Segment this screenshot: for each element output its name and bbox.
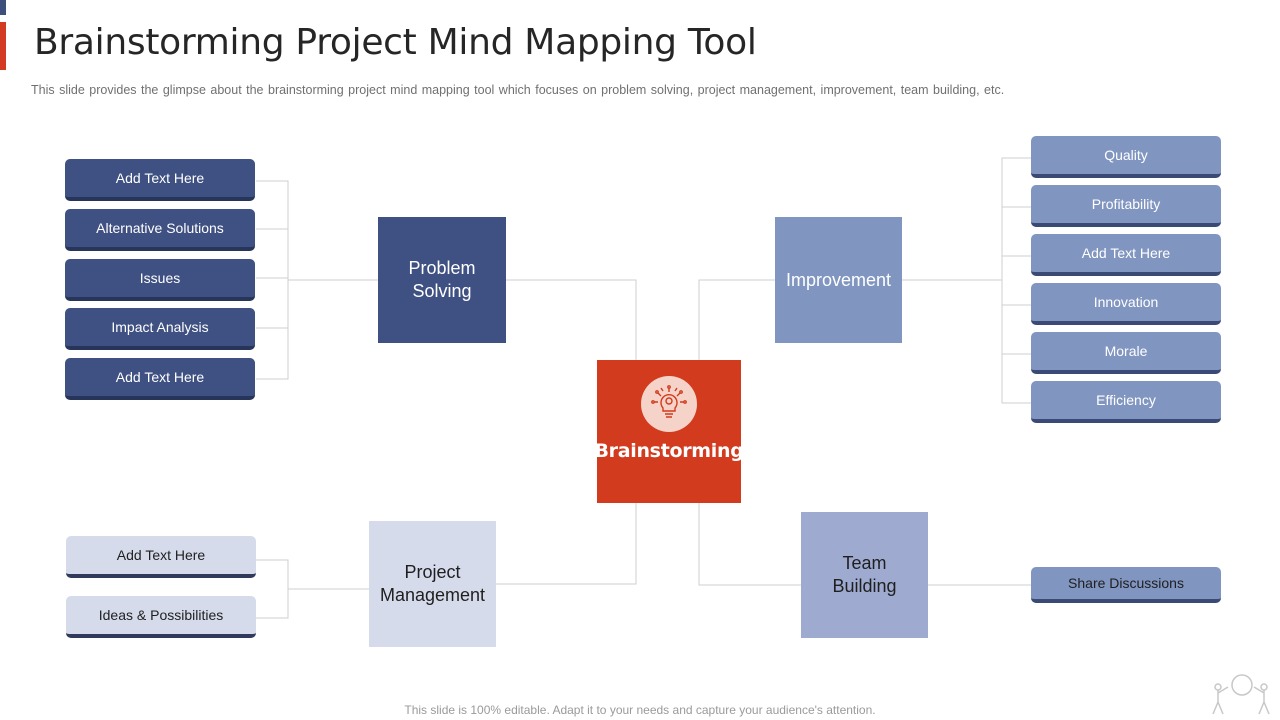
problem-solving-label-1: Problem xyxy=(408,258,476,278)
team-figures-logo xyxy=(1212,674,1270,715)
brainstorming-label: Brainstorming xyxy=(594,440,744,462)
project-item-2[interactable]: Ideas & Possibilities xyxy=(66,596,256,638)
improvement-item-4[interactable]: Innovation xyxy=(1031,283,1221,325)
improvement-item-2[interactable]: Profitability xyxy=(1031,185,1221,227)
problem-solving-node[interactable]: Problem Solving xyxy=(378,217,506,343)
improvement-item-3[interactable]: Add Text Here xyxy=(1031,234,1221,276)
improvement-item-1[interactable]: Quality xyxy=(1031,136,1221,178)
brainstorming-center-node[interactable]: Brainstorming xyxy=(594,360,744,503)
lightbulb-gear-icon xyxy=(641,376,697,432)
project-management-label-1: Project xyxy=(404,562,461,582)
team-building-label-1: Team xyxy=(842,553,887,573)
team-building-node[interactable]: Team Building xyxy=(801,512,928,638)
problem-item-4[interactable]: Impact Analysis xyxy=(65,308,255,350)
problem-item-3[interactable]: Issues xyxy=(65,259,255,301)
problem-item-1[interactable]: Add Text Here xyxy=(65,159,255,201)
improvement-label: Improvement xyxy=(785,269,892,290)
project-management-label-2: Management xyxy=(379,585,486,605)
improvement-item-5[interactable]: Morale xyxy=(1031,332,1221,374)
problem-item-5[interactable]: Add Text Here xyxy=(65,358,255,400)
problem-solving-label-2: Solving xyxy=(412,281,472,301)
improvement-node[interactable]: Improvement xyxy=(775,217,902,343)
team-building-item-1[interactable]: Share Discussions xyxy=(1031,567,1221,603)
problem-item-2[interactable]: Alternative Solutions xyxy=(65,209,255,251)
footer-note: This slide is 100% editable. Adapt it to… xyxy=(404,703,876,717)
project-item-1[interactable]: Add Text Here xyxy=(66,536,256,578)
team-building-label-2: Building xyxy=(832,576,897,596)
improvement-item-6[interactable]: Efficiency xyxy=(1031,381,1221,423)
project-management-node[interactable]: Project Management xyxy=(369,521,496,647)
